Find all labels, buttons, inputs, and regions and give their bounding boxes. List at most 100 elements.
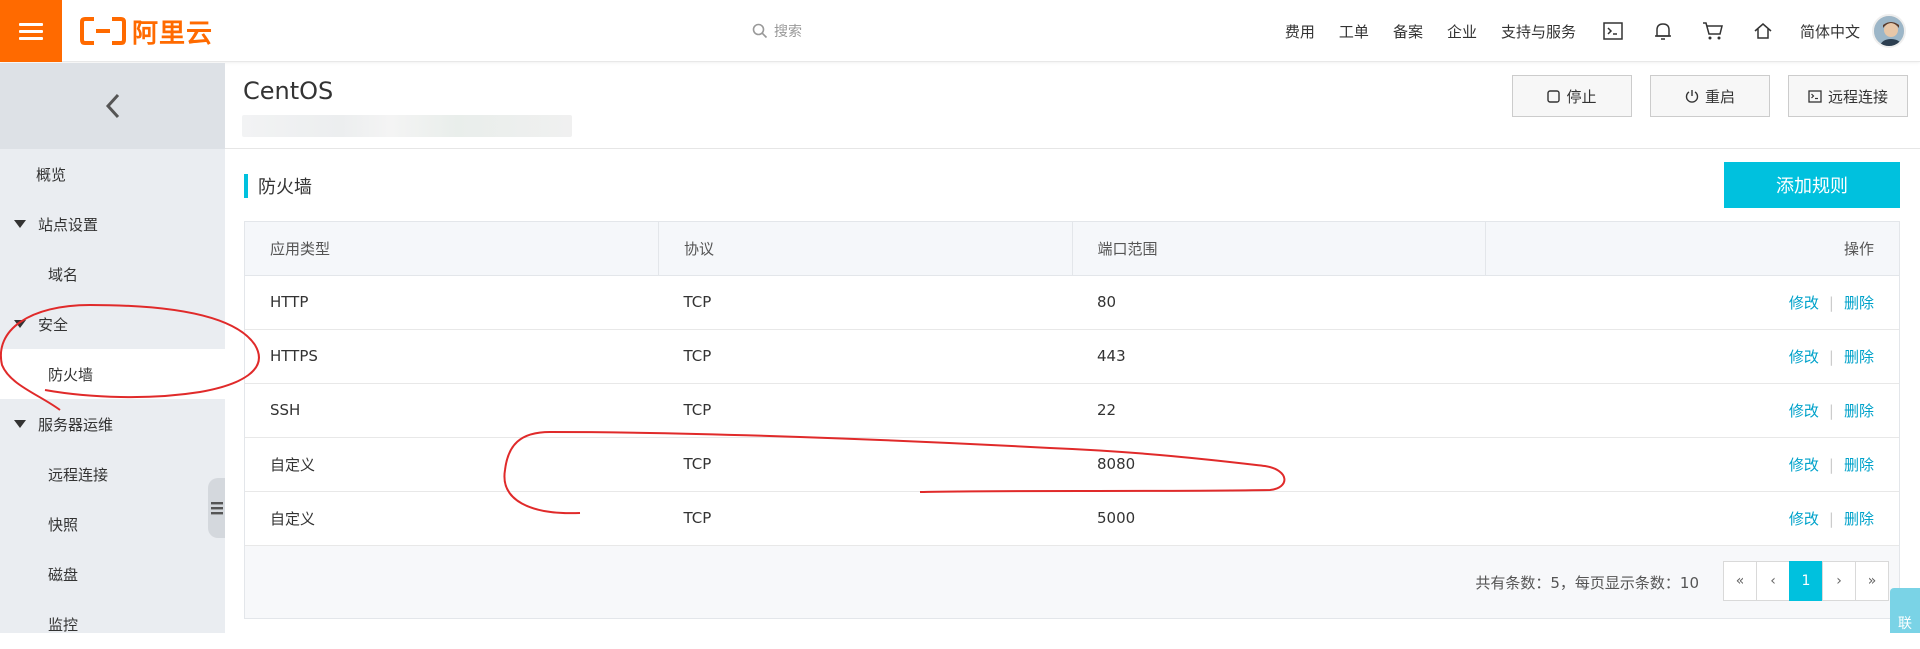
cell-app-type: 自定义 [245, 491, 659, 546]
edit-link[interactable]: 修改 [1789, 348, 1819, 366]
pagination: « ‹ 1 › » [1723, 560, 1889, 601]
action-separator: | [1828, 293, 1834, 312]
restart-button[interactable]: 重启 [1650, 75, 1770, 117]
cell-actions: 修改 | 删除 [1485, 437, 1899, 492]
sidebar-item-monitor[interactable]: 监控 [0, 599, 225, 649]
logo-text: 阿里云 [132, 18, 214, 49]
cell-protocol: TCP [658, 275, 1072, 330]
cell-port-range: 443 [1072, 329, 1486, 384]
nav-support[interactable]: 支持与服务 [1489, 21, 1588, 42]
delete-link[interactable]: 删除 [1844, 294, 1874, 312]
aliyun-logo[interactable]: 阿里云 [80, 14, 214, 49]
search-box[interactable]: 搜索 [752, 18, 802, 44]
stop-icon [1547, 89, 1561, 103]
cell-protocol: TCP [658, 383, 1072, 438]
cell-app-type: SSH [245, 383, 659, 438]
sidebar-item-firewall[interactable]: 防火墙 [0, 349, 225, 399]
sidebar-item-disk[interactable]: 磁盘 [0, 549, 225, 599]
page-first-button[interactable]: « [1723, 560, 1757, 601]
sidebar-drawer-handle[interactable] [208, 478, 225, 538]
delete-link[interactable]: 删除 [1844, 402, 1874, 420]
nav-enterprise[interactable]: 企业 [1435, 21, 1489, 42]
menu-icon-line [19, 36, 43, 40]
action-separator: | [1828, 347, 1834, 366]
remote-connect-button[interactable]: 远程连接 [1788, 75, 1908, 117]
column-header-protocol: 协议 [658, 222, 1073, 276]
nav-icp-filing[interactable]: 备案 [1381, 21, 1435, 42]
nav-tickets[interactable]: 工单 [1327, 21, 1381, 42]
delete-link[interactable]: 删除 [1844, 510, 1874, 528]
nav-fees[interactable]: 费用 [1273, 21, 1327, 42]
sidebar-group-label: 安全 [38, 315, 69, 334]
cell-actions: 修改 | 删除 [1485, 275, 1899, 330]
sidebar-item-overview[interactable]: 概览 [0, 149, 225, 199]
firewall-rules-table: 应用类型 协议 端口范围 操作 HTTP TCP 80 修改 | 删除 HTTPS TCP 44… [244, 221, 1900, 619]
sidebar-item-label: 远程连接 [48, 465, 109, 484]
table-row: 自定义 TCP 5000 修改 | 删除 [245, 491, 1899, 546]
cell-protocol: TCP [658, 329, 1072, 384]
avatar-icon [1874, 16, 1904, 46]
table-row: 自定义 TCP 8080 修改 | 删除 [245, 437, 1899, 492]
sidebar-group-site-settings[interactable]: 站点设置 [0, 199, 225, 249]
sidebar-group-label: 服务器运维 [38, 415, 114, 434]
cell-actions: 修改 | 删除 [1485, 491, 1899, 546]
edit-link[interactable]: 修改 [1789, 294, 1819, 312]
sidebar-item-remote-connect[interactable]: 远程连接 [0, 449, 225, 499]
sidebar-item-domain[interactable]: 域名 [0, 249, 225, 299]
instance-header: CentOS 停止 重启 远程连接 [225, 63, 1920, 149]
search-icon [752, 23, 768, 39]
cell-port-range: 80 [1072, 275, 1486, 330]
table-row: HTTP TCP 80 修改 | 删除 [245, 275, 1899, 330]
cell-app-type: 自定义 [245, 437, 659, 492]
terminal-icon [1808, 89, 1822, 103]
sidebar-item-label: 防火墙 [48, 365, 94, 384]
page-number-button[interactable]: 1 [1789, 560, 1823, 601]
cell-app-type: HTTPS [245, 329, 659, 384]
chevron-left-icon [105, 93, 119, 119]
user-avatar[interactable] [1872, 14, 1906, 48]
section-accent-bar [244, 174, 248, 198]
search-placeholder: 搜索 [774, 24, 802, 40]
sidebar-group-security[interactable]: 安全 [0, 299, 225, 349]
section-heading: 防火墙 [244, 173, 312, 199]
cell-port-range: 5000 [1072, 491, 1486, 546]
column-header-app-type: 应用类型 [245, 222, 659, 276]
sidebar-group-label: 站点设置 [38, 215, 99, 234]
page-title: CentOS [243, 77, 334, 105]
bell-icon[interactable] [1638, 0, 1688, 62]
sidebar: 概览 站点设置 域名 安全 防火墙 服务器运维 远程连接 快照 磁盘 监控 [0, 63, 225, 634]
home-icon[interactable] [1738, 0, 1788, 62]
edit-link[interactable]: 修改 [1789, 456, 1819, 474]
page-last-button[interactable]: » [1855, 560, 1889, 601]
sidebar-collapse-button[interactable] [0, 63, 225, 149]
delete-link[interactable]: 删除 [1844, 348, 1874, 366]
power-icon [1685, 90, 1699, 103]
action-separator: | [1828, 401, 1834, 420]
redacted-subtitle [242, 115, 572, 137]
delete-link[interactable]: 删除 [1844, 456, 1874, 474]
list-icon [210, 502, 223, 515]
sidebar-item-label: 概览 [36, 165, 67, 184]
edit-link[interactable]: 修改 [1789, 510, 1819, 528]
caret-down-icon [14, 420, 26, 428]
cell-protocol: TCP [658, 437, 1072, 492]
top-nav: 费用 工单 备案 企业 支持与服务 简体中文 [1273, 0, 1872, 62]
hamburger-menu-button[interactable] [0, 0, 62, 62]
sidebar-item-snapshot[interactable]: 快照 [0, 499, 225, 549]
caret-down-icon [14, 220, 26, 228]
terminal-icon[interactable] [1588, 0, 1638, 62]
add-rule-button[interactable]: 添加规则 [1724, 162, 1900, 208]
table-footer: 共有条数：5，每页显示条数：10 « ‹ 1 › » [245, 545, 1899, 618]
stop-button[interactable]: 停止 [1512, 75, 1632, 117]
language-switch[interactable]: 简体中文 [1788, 21, 1872, 42]
edit-link[interactable]: 修改 [1789, 402, 1819, 420]
sidebar-group-server-ops[interactable]: 服务器运维 [0, 399, 225, 449]
cell-protocol: TCP [658, 491, 1072, 546]
aliyun-logo-icon [80, 17, 126, 45]
cart-icon[interactable] [1688, 0, 1738, 62]
page-prev-button[interactable]: ‹ [1756, 560, 1790, 601]
page-next-button[interactable]: › [1822, 560, 1856, 601]
contact-widget[interactable]: 联 [1890, 588, 1920, 633]
caret-down-icon [14, 320, 26, 328]
sidebar-item-label: 快照 [48, 515, 79, 534]
